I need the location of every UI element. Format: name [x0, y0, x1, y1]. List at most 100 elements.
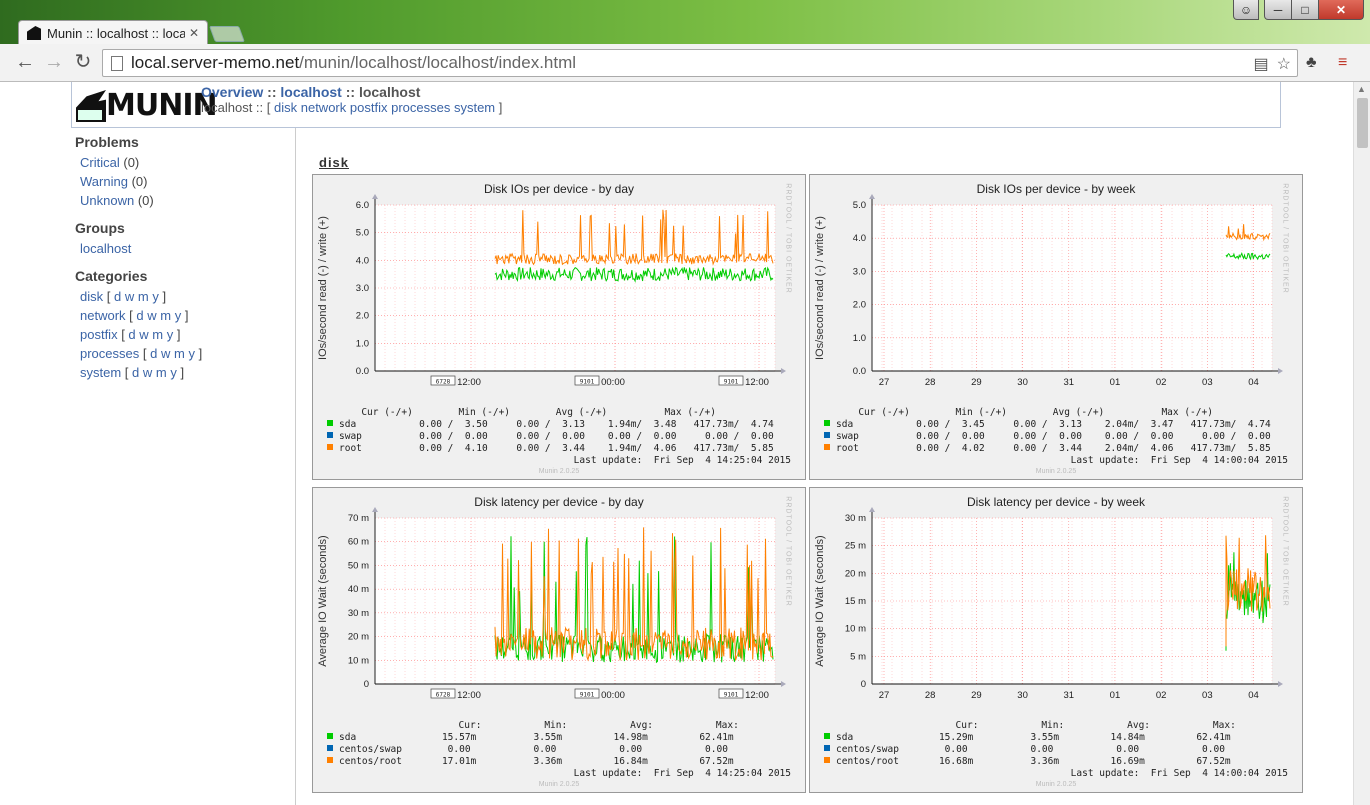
- category-disk-period-m[interactable]: m: [138, 289, 149, 304]
- category-link-postfix[interactable]: postfix: [80, 327, 118, 342]
- category-postfix-period-d[interactable]: d: [128, 327, 135, 342]
- legend-name: centos/root: [339, 756, 402, 767]
- user-icon[interactable]: ☺: [1233, 0, 1259, 20]
- y-axis-arrow: [869, 194, 875, 199]
- window-titlebar: ☺ ─ □ ✕ Munin :: localhost :: localhost …: [0, 0, 1370, 45]
- y-tick-label: 3.0: [853, 266, 866, 277]
- bookmark-star-icon[interactable]: ☆: [1277, 54, 1291, 74]
- category-system-period-w[interactable]: w: [143, 365, 152, 380]
- crumb-overview[interactable]: Overview: [201, 84, 263, 100]
- y-tick-label: 25 m: [845, 541, 866, 552]
- legend-name: sda: [836, 419, 859, 430]
- tab-close-icon[interactable]: ✕: [189, 26, 199, 40]
- category-disk-period-d[interactable]: d: [114, 289, 121, 304]
- graph-1[interactable]: Disk IOs per device - by day IOs/second r…: [312, 174, 806, 480]
- x-tick-label: 02: [1156, 690, 1167, 701]
- legend-name: centos/swap: [836, 744, 899, 755]
- back-arrow-icon[interactable]: ←: [14, 52, 36, 72]
- legend-values: 15.29m 3.55m 14.84m 62.41m: [898, 732, 1231, 743]
- category-link-system[interactable]: system: [80, 365, 121, 380]
- category-link-network[interactable]: network: [80, 308, 126, 323]
- graph-2[interactable]: Disk IOs per device - by week IOs/second …: [809, 174, 1303, 480]
- graph-3[interactable]: Disk latency per device - by day Average …: [312, 487, 806, 793]
- breadcrumb: Overview :: localhost :: localhost: [201, 84, 421, 100]
- category-processes-period-m[interactable]: m: [174, 346, 185, 361]
- legend-swatch: [824, 432, 830, 438]
- crumb-group[interactable]: localhost: [280, 84, 341, 100]
- x-tick-box-label: 6728: [436, 379, 451, 386]
- vertical-scrollbar[interactable]: ▲: [1353, 82, 1370, 805]
- legend-name: root: [836, 443, 859, 454]
- reload-icon[interactable]: ↻: [72, 52, 94, 72]
- subnav-postfix[interactable]: postfix: [350, 100, 388, 115]
- munin-version: Munin 2.0.25: [1035, 468, 1077, 475]
- y-tick-label: 10 m: [348, 655, 369, 666]
- close-button[interactable]: ✕: [1318, 0, 1364, 20]
- y-tick-label: 6.0: [356, 200, 369, 211]
- subnav-processes[interactable]: processes: [391, 100, 450, 115]
- y-tick-label: 5.0: [356, 228, 369, 239]
- page-viewport: MUNIN Overview :: localhost :: localhost…: [0, 82, 1370, 805]
- forward-arrow-icon[interactable]: →: [43, 52, 65, 72]
- graph-4[interactable]: Disk latency per device - by week Average…: [809, 487, 1303, 793]
- evernote-extension-icon[interactable]: ♣: [1306, 54, 1317, 72]
- y-tick-label: 20 m: [348, 632, 369, 643]
- category-system-period-d[interactable]: d: [132, 365, 139, 380]
- category-postfix-period-y[interactable]: y: [167, 327, 174, 342]
- category-link-disk[interactable]: disk: [80, 289, 103, 304]
- x-tick-label: 04: [1248, 377, 1259, 388]
- subnav-disk[interactable]: disk: [274, 100, 297, 115]
- minimize-button[interactable]: ─: [1264, 0, 1292, 20]
- legend-row: sda 0.00 / 3.45 0.00 / 3.13 2.04m/ 3.47 …: [824, 419, 1271, 431]
- scroll-thumb[interactable]: [1357, 98, 1368, 148]
- last-update: Last update: Fri Sep 4 14:25:04 2015: [573, 455, 791, 466]
- x-axis-arrow: [781, 681, 786, 687]
- x-tick-label: 29: [971, 377, 982, 388]
- legend-swatch: [327, 420, 333, 426]
- legend-row: swap 0.00 / 0.00 0.00 / 0.00 0.00 / 0.00…: [327, 431, 774, 443]
- y-axis-arrow: [372, 194, 378, 199]
- menu-icon[interactable]: ≡: [1338, 54, 1347, 72]
- legend-swatch: [824, 733, 830, 739]
- munin-logo[interactable]: MUNIN: [76, 88, 218, 123]
- legend-name: centos/swap: [339, 744, 402, 755]
- y-tick-label: 5.0: [853, 200, 866, 211]
- legend-name: centos/root: [836, 756, 899, 767]
- address-bar[interactable]: local.server-memo.net/munin/localhost/lo…: [102, 49, 1298, 77]
- category-system-period-m[interactable]: m: [156, 365, 167, 380]
- category-system-period-y[interactable]: y: [170, 365, 177, 380]
- category-disk-period-y[interactable]: y: [152, 289, 159, 304]
- host-category-nav: localhost :: [ disk network postfix proc…: [201, 100, 503, 115]
- category-processes-period-d[interactable]: d: [150, 346, 157, 361]
- x-tick-label: 12:00: [745, 690, 769, 701]
- y-tick-label: 40 m: [348, 584, 369, 595]
- new-tab-button[interactable]: [209, 26, 245, 42]
- subnav-system[interactable]: system: [454, 100, 495, 115]
- legend-row: swap 0.00 / 0.00 0.00 / 0.00 0.00 / 0.00…: [824, 431, 1271, 443]
- x-tick-box-label: 6728: [436, 692, 451, 699]
- subnav-network[interactable]: network: [301, 100, 347, 115]
- y-axis-arrow: [372, 507, 378, 512]
- category-postfix-period-w[interactable]: w: [139, 327, 148, 342]
- scroll-up-icon[interactable]: ▲: [1357, 84, 1366, 94]
- category-network-period-y[interactable]: y: [175, 308, 182, 323]
- category-network-period-w[interactable]: w: [147, 308, 156, 323]
- category-processes-period-w[interactable]: w: [161, 346, 170, 361]
- legend-name: swap: [339, 431, 362, 442]
- legend-row: sda 15.29m 3.55m 14.84m 62.41m: [824, 732, 1231, 744]
- category-processes-period-y[interactable]: y: [188, 346, 195, 361]
- y-tick-label: 30 m: [845, 513, 866, 524]
- category-network-period-d[interactable]: d: [136, 308, 143, 323]
- y-tick-label: 0: [364, 679, 369, 690]
- y-tick-label: 1.0: [356, 338, 369, 349]
- category-network-period-m[interactable]: m: [160, 308, 171, 323]
- section-title-disk[interactable]: disk: [319, 155, 349, 170]
- browser-tab[interactable]: Munin :: localhost :: localhost ✕: [18, 20, 208, 45]
- y-tick-label: 0.0: [853, 366, 866, 377]
- category-link-processes[interactable]: processes: [80, 346, 139, 361]
- category-disk-period-w[interactable]: w: [125, 289, 134, 304]
- category-postfix-period-m[interactable]: m: [152, 327, 163, 342]
- translate-icon[interactable]: ▤: [1254, 54, 1269, 74]
- maximize-button[interactable]: □: [1291, 0, 1319, 20]
- y-tick-label: 30 m: [348, 608, 369, 619]
